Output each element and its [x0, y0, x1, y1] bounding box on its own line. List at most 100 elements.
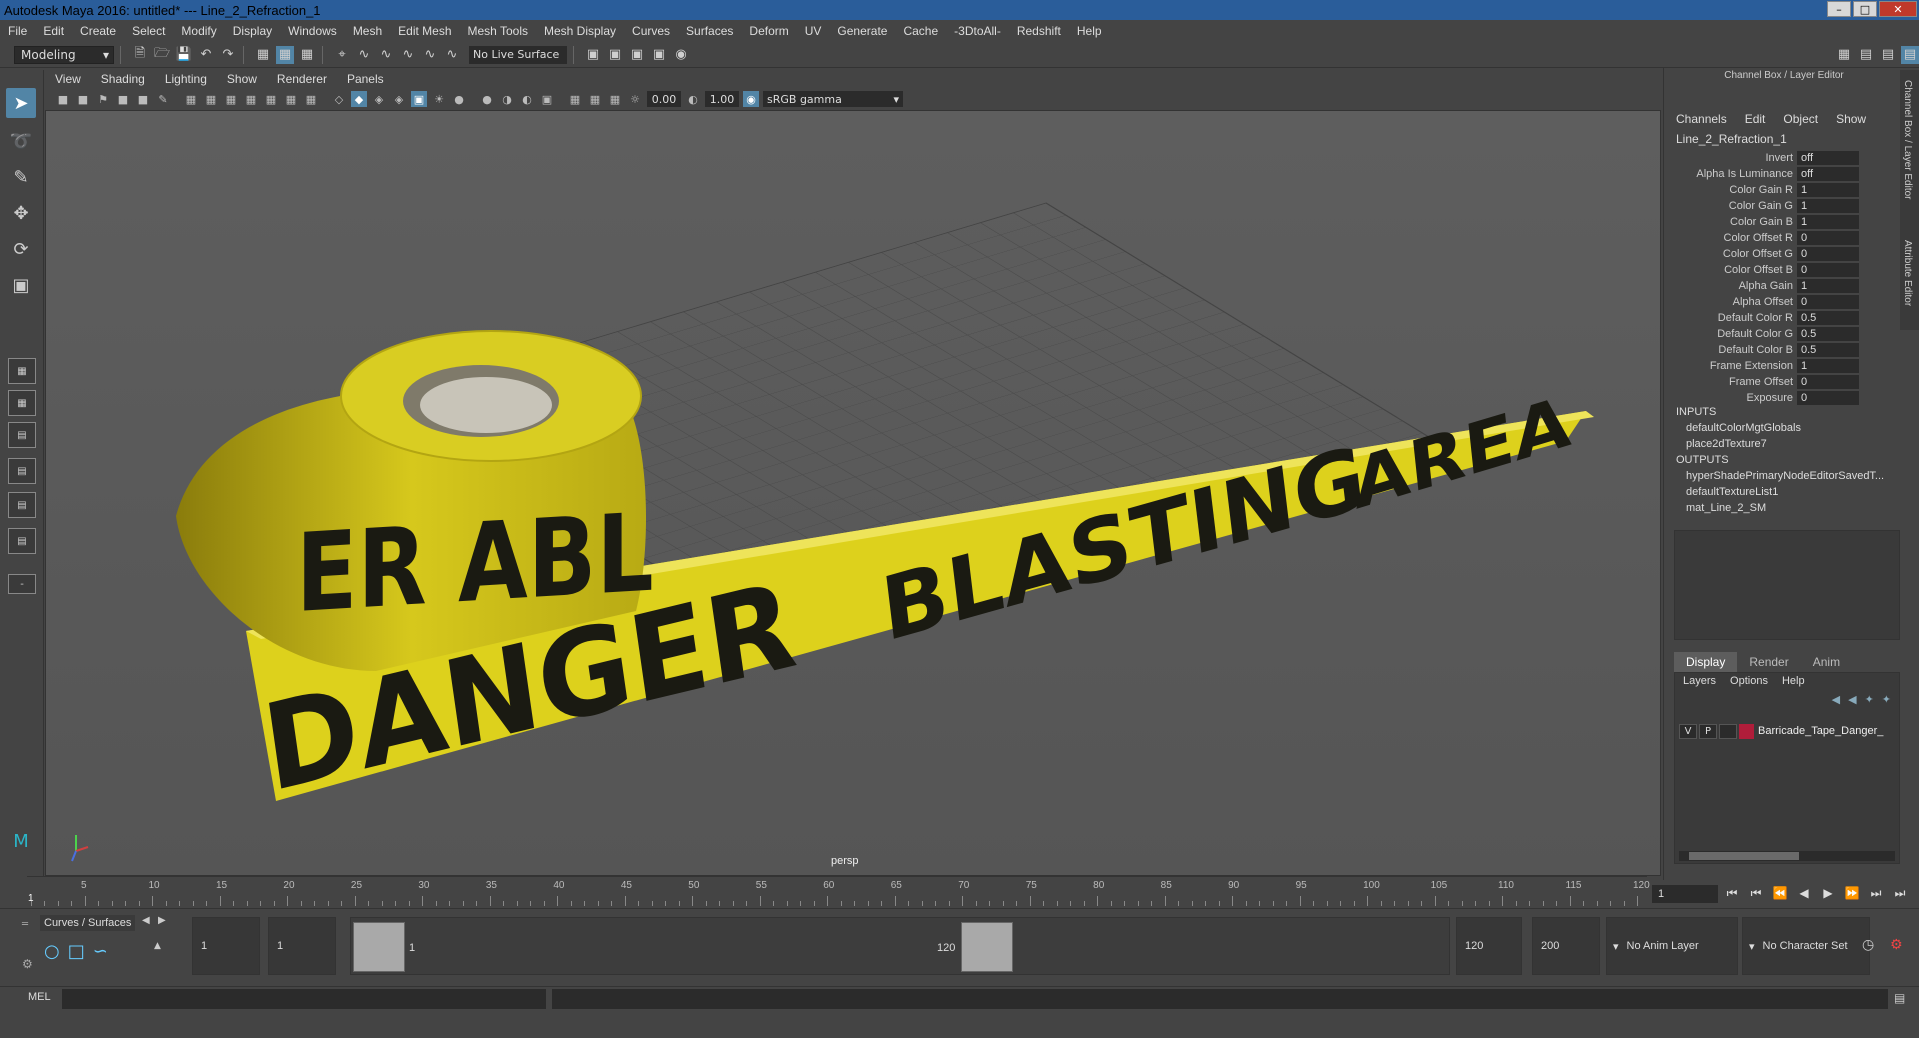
panel-menu-renderer[interactable]: Renderer — [267, 72, 337, 86]
menu-generate[interactable]: Generate — [829, 24, 895, 38]
new-scene-icon[interactable]: 🗎 — [131, 46, 149, 64]
panel-menu-view[interactable]: View — [45, 72, 91, 86]
xray-components-icon[interactable]: ▦ — [607, 91, 623, 107]
attr-row[interactable]: Default Color B 0.5 — [1664, 342, 1896, 357]
selected-node-name[interactable]: Line_2_Refraction_1 — [1676, 132, 1787, 146]
move-layer-up-icon[interactable]: ◀ — [1832, 693, 1840, 706]
go-to-end-icon[interactable]: ⏭ — [1891, 885, 1909, 901]
play-backwards-icon[interactable]: ◀ — [1795, 885, 1813, 901]
panel-menu-shading[interactable]: Shading — [91, 72, 155, 86]
open-scene-icon[interactable]: 🗁 — [153, 46, 171, 64]
menu-redshift[interactable]: Redshift — [1009, 24, 1069, 38]
animation-start-field[interactable]: 1 — [192, 917, 260, 975]
menu-layers[interactable]: Layers — [1683, 675, 1716, 687]
layer-row[interactable]: V P Barricade_Tape_Danger_ — [1679, 723, 1895, 739]
range-end-handle[interactable] — [961, 922, 1013, 972]
four-view-layout-icon[interactable]: ▦ — [8, 390, 36, 416]
nurbs-circle-icon[interactable]: ○ — [44, 941, 60, 962]
command-input[interactable] — [62, 989, 546, 1009]
attr-row[interactable]: Default Color G 0.5 — [1664, 326, 1896, 341]
multisample-aa-icon[interactable]: ◑ — [499, 91, 515, 107]
scale-tool-icon[interactable]: ▣ — [6, 270, 36, 300]
shadows-icon[interactable]: ☀ — [431, 91, 447, 107]
menu-create[interactable]: Create — [72, 24, 124, 38]
play-forwards-icon[interactable]: ▶ — [1819, 885, 1837, 901]
outliner-layout-icon[interactable]: ▤ — [8, 458, 36, 484]
menu-edit[interactable]: Edit — [1745, 112, 1766, 126]
script-language-label[interactable]: MEL — [28, 991, 51, 1003]
paint-select-tool-icon[interactable]: ✎ — [6, 162, 36, 192]
use-all-lights-icon[interactable]: ▣ — [411, 91, 427, 107]
maximize-icon[interactable]: □ — [1853, 1, 1877, 17]
step-back-frame-icon[interactable]: ⏪ — [1771, 885, 1789, 901]
playback-start-field[interactable]: 1 — [268, 917, 336, 975]
step-forward-key-icon[interactable]: ⏭ — [1867, 885, 1885, 901]
exposure-field[interactable]: 0.00 — [647, 91, 681, 107]
render-icon[interactable]: ▣ — [584, 46, 602, 64]
screen-space-ao-icon[interactable]: ● — [451, 91, 467, 107]
gate-mask-icon[interactable]: ▦ — [243, 91, 259, 107]
film-gate-icon[interactable]: ▦ — [203, 91, 219, 107]
select-component-icon[interactable]: ▦ — [298, 46, 316, 64]
select-object-icon[interactable]: ▦ — [276, 45, 294, 64]
output-node[interactable]: defaultTextureList1 — [1686, 486, 1906, 498]
attr-row[interactable]: Exposure 0 — [1664, 390, 1896, 405]
undo-icon[interactable]: ↶ — [197, 46, 215, 64]
layer-color-swatch[interactable] — [1739, 723, 1754, 739]
menu-help[interactable]: Help — [1069, 24, 1110, 38]
snap-surface-icon[interactable]: ∿ — [421, 46, 439, 64]
menu-select[interactable]: Select — [124, 24, 173, 38]
menu-edit[interactable]: Edit — [35, 24, 72, 38]
menu-deform[interactable]: Deform — [741, 24, 796, 38]
input-node[interactable]: defaultColorMgtGlobals — [1686, 422, 1906, 434]
current-frame-field[interactable]: 1 — [1652, 885, 1718, 903]
shelf-toggle-icon[interactable]: ═ — [22, 919, 28, 930]
hypershade-layout-icon[interactable]: ▤ — [8, 528, 36, 554]
attr-row[interactable]: Default Color R 0.5 — [1664, 310, 1896, 325]
3d-viewport[interactable]: DANGER BLASTING AREA ER ABL persp — [45, 110, 1661, 876]
attr-value[interactable]: 0 — [1797, 294, 1859, 309]
character-set-dropdown[interactable]: ▾ No Character Set — [1742, 917, 1870, 975]
exposure-icon[interactable]: ☼ — [627, 91, 643, 107]
shelf-tab-curves-surfaces[interactable]: Curves / Surfaces — [40, 915, 136, 931]
view-transform-dropdown[interactable]: sRGB gamma ▾ — [763, 91, 903, 107]
tab-render[interactable]: Render — [1737, 652, 1800, 672]
attr-value[interactable]: 1 — [1797, 182, 1859, 197]
snap-grid-icon[interactable]: ⌖ — [333, 46, 351, 64]
grid-icon[interactable]: ▦ — [183, 91, 199, 107]
attr-value[interactable]: 0 — [1797, 390, 1859, 405]
lasso-tool-icon[interactable]: ➰ — [6, 126, 36, 156]
panel-menu-lighting[interactable]: Lighting — [155, 72, 217, 86]
gamma-icon[interactable]: ◐ — [685, 91, 701, 107]
safe-title-icon[interactable]: ▦ — [303, 91, 319, 107]
menu-show[interactable]: Show — [1836, 112, 1866, 126]
menu-cache[interactable]: Cache — [895, 24, 946, 38]
menu-object[interactable]: Object — [1783, 112, 1818, 126]
attr-row[interactable]: Color Offset G 0 — [1664, 246, 1896, 261]
output-node[interactable]: mat_Line_2_SM — [1686, 502, 1906, 514]
menu-channels[interactable]: Channels — [1676, 112, 1727, 126]
textured-icon[interactable]: ◈ — [391, 91, 407, 107]
snap-point-icon[interactable]: ∿ — [377, 46, 395, 64]
attr-row[interactable]: Alpha Offset 0 — [1664, 294, 1896, 309]
new-layer-selected-icon[interactable]: ✦ — [1882, 693, 1891, 706]
layer-visibility-toggle[interactable]: V — [1679, 723, 1697, 739]
menu-options[interactable]: Options — [1730, 675, 1768, 687]
attr-value[interactable]: 1 — [1797, 278, 1859, 293]
attr-value[interactable]: 0.5 — [1797, 342, 1859, 357]
grease-pencil-icon[interactable]: ✎ — [155, 91, 171, 107]
render-view-icon[interactable]: ▣ — [606, 46, 624, 64]
animation-end-field[interactable]: 200 — [1532, 917, 1600, 975]
close-icon[interactable]: ✕ — [1879, 1, 1917, 17]
playback-range-slider[interactable]: 1 120 — [350, 917, 1450, 975]
wireframe-on-shaded-icon[interactable]: ◈ — [371, 91, 387, 107]
smooth-shade-icon[interactable]: ◆ — [351, 91, 367, 107]
menu-curves[interactable]: Curves — [624, 24, 678, 38]
attr-value[interactable]: 0 — [1797, 374, 1859, 389]
menu-display[interactable]: Display — [225, 24, 280, 38]
anim-layer-dropdown[interactable]: ▾ No Anim Layer — [1606, 917, 1738, 975]
select-tool-icon[interactable]: ➤ — [6, 88, 36, 118]
motion-blur-icon[interactable]: ● — [479, 91, 495, 107]
tab-display[interactable]: Display — [1674, 652, 1738, 672]
attr-value[interactable]: 0 — [1797, 246, 1859, 261]
